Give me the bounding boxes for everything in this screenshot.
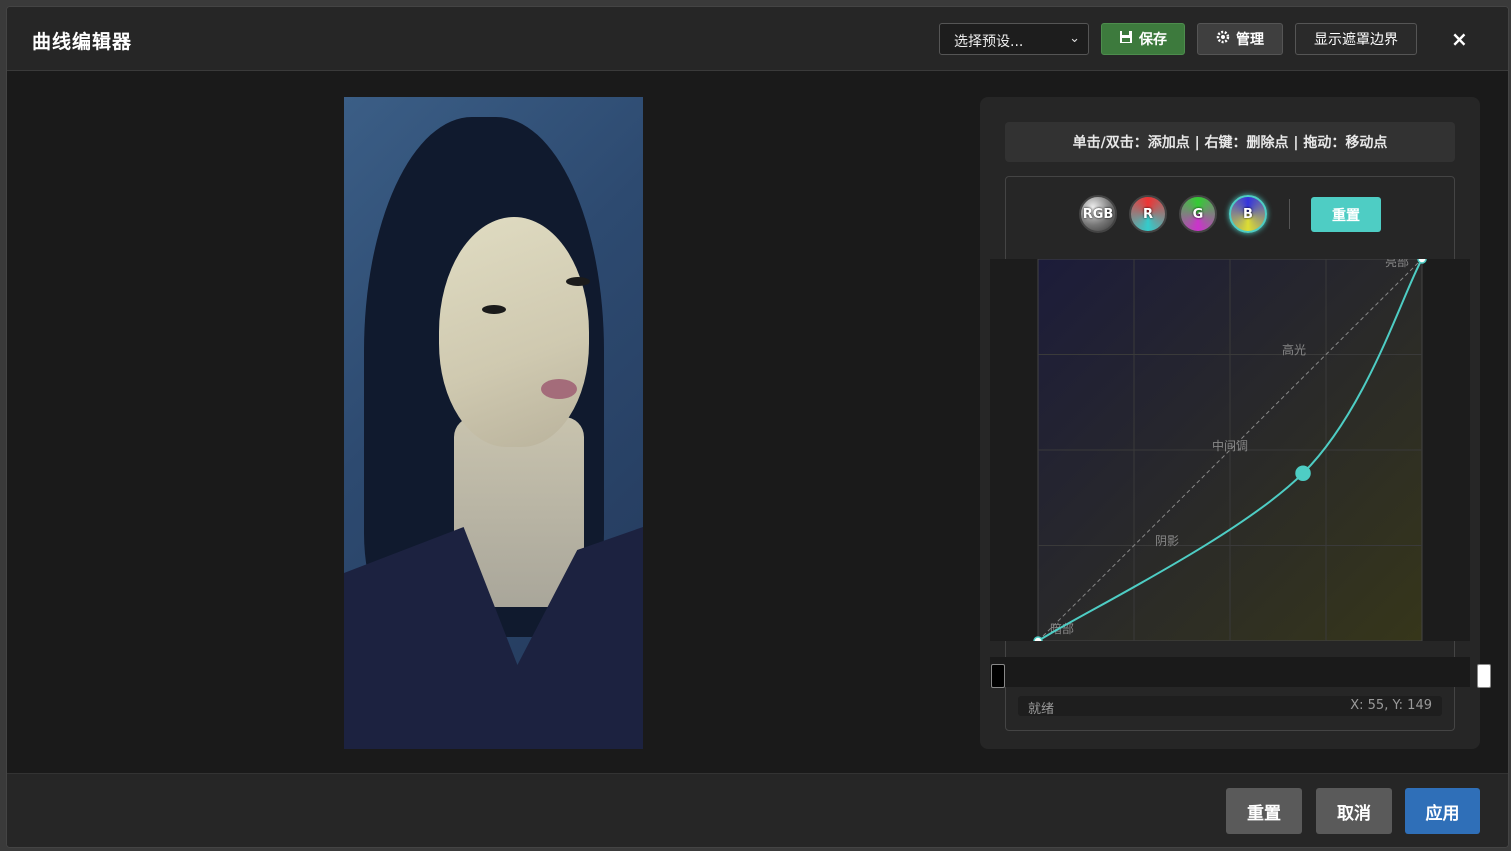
curve-control-point[interactable] (1033, 636, 1043, 646)
apply-button[interactable]: 应用 (1405, 788, 1480, 834)
curve-control-point[interactable] (1417, 254, 1427, 264)
status-text: 就绪 (1028, 702, 1055, 717)
curve-editor-dialog: 曲线编辑器 选择预设... ⌄ 保存 管理 显示遮罩边界 × 单击/双击：添加点… (6, 6, 1509, 848)
curve-control-point[interactable] (1295, 465, 1311, 481)
dialog-footer: 重置 取消 应用 (7, 773, 1508, 847)
dialog-header: 曲线编辑器 选择预设... ⌄ 保存 管理 显示遮罩边界 × (7, 7, 1508, 71)
zone-label-highlights-end: 亮部 (1385, 259, 1409, 269)
white-point-handle[interactable] (1477, 664, 1491, 688)
floppy-disk-icon (1119, 30, 1133, 48)
status-bar: 就绪 X: 55, Y: 149 (1018, 696, 1442, 717)
divider (1289, 199, 1290, 229)
curve-editor-area: RGB R G B 重置 亮部 高光 中间调 阴影 暗部 就绪 X: 55, Y… (990, 176, 1491, 731)
dialog-title: 曲线编辑器 (32, 31, 133, 53)
preset-select[interactable]: 选择预设... ⌄ (939, 23, 1089, 55)
black-point-handle[interactable] (991, 664, 1005, 688)
zone-label-midtones: 中间调 (1212, 438, 1248, 453)
preset-select-label: 选择预设... (954, 34, 1024, 50)
curve-hint: 单击/双击：添加点 | 右键：删除点 | 拖动：移动点 (1005, 122, 1455, 162)
chevron-down-icon: ⌄ (1069, 31, 1080, 46)
channel-rgb-button[interactable]: RGB (1079, 195, 1117, 233)
cursor-coordinates: X: 55, Y: 149 (1350, 698, 1432, 713)
curve-panel: 单击/双击：添加点 | 右键：删除点 | 拖动：移动点 RGB R G B 重置 (980, 97, 1491, 749)
close-icon[interactable]: × (1451, 27, 1468, 51)
cancel-button[interactable]: 取消 (1316, 788, 1392, 834)
manage-button-label: 管理 (1236, 32, 1264, 48)
preview-image (344, 97, 643, 749)
levels-bar (990, 657, 1470, 687)
save-button[interactable]: 保存 (1101, 23, 1185, 55)
curve-canvas[interactable]: 亮部 高光 中间调 阴影 暗部 (990, 254, 1470, 646)
channel-b-button[interactable]: B (1229, 195, 1267, 233)
channel-r-button[interactable]: R (1129, 195, 1167, 233)
reset-button[interactable]: 重置 (1226, 788, 1302, 834)
gear-icon (1216, 30, 1230, 48)
zone-label-shadows: 阴影 (1155, 534, 1179, 548)
manage-button[interactable]: 管理 (1197, 23, 1283, 55)
show-mask-border-button[interactable]: 显示遮罩边界 (1295, 23, 1417, 55)
zone-label-highlights: 高光 (1282, 342, 1306, 357)
save-button-label: 保存 (1139, 32, 1167, 48)
reset-channel-button[interactable]: 重置 (1311, 197, 1381, 232)
channel-g-button[interactable]: G (1179, 195, 1217, 233)
